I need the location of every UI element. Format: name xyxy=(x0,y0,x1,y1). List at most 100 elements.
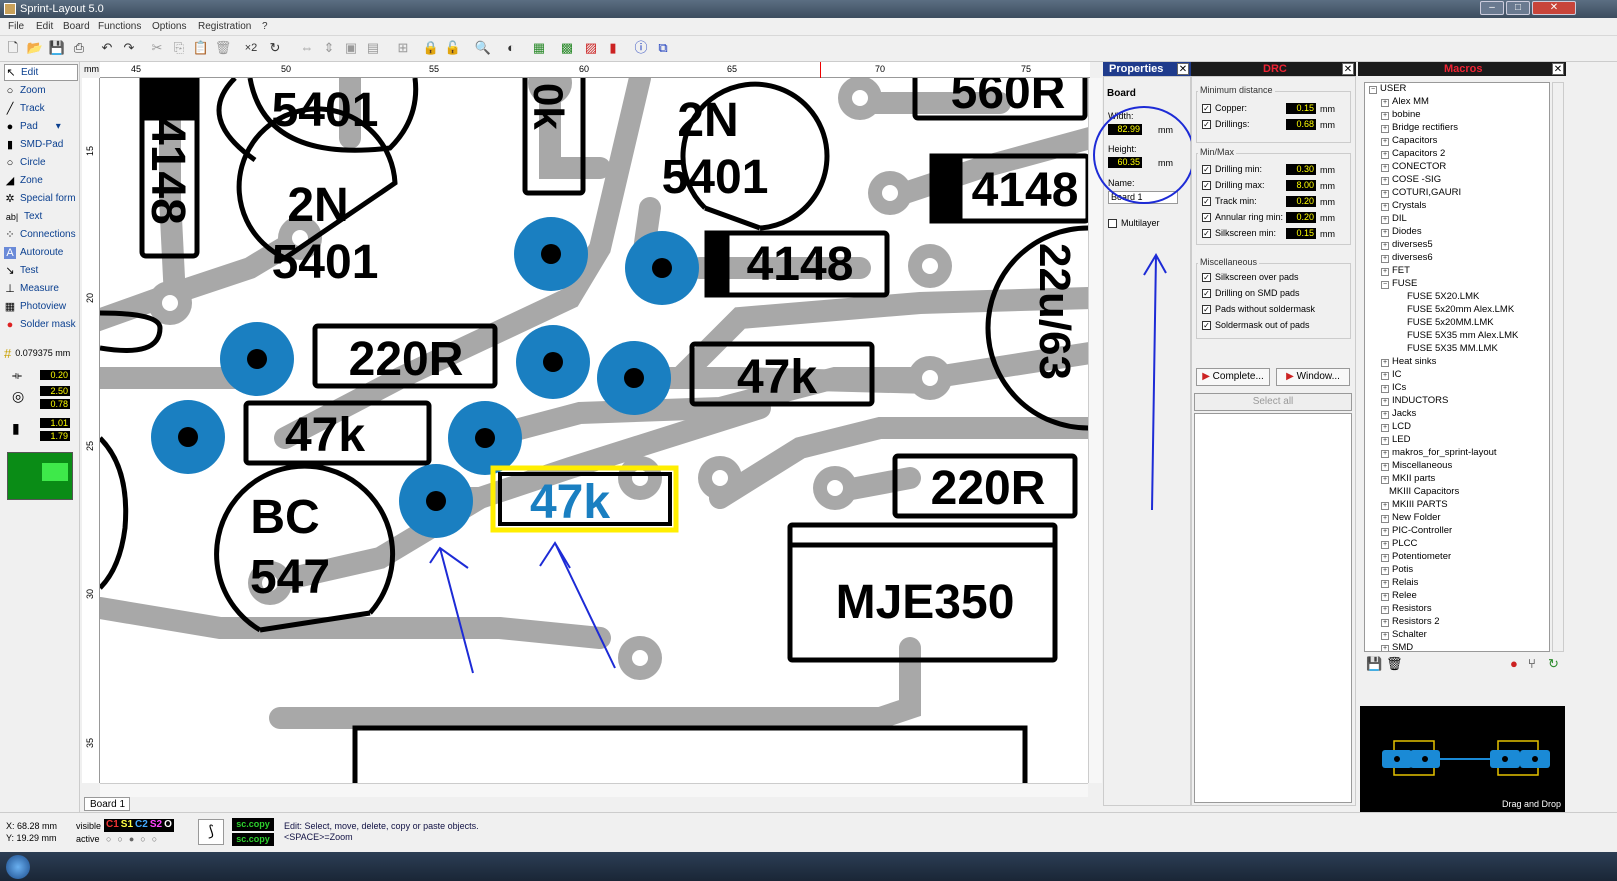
expand-icon[interactable]: + xyxy=(1381,567,1389,575)
record-icon[interactable]: ● xyxy=(1510,656,1518,671)
pad-inner-value[interactable]: 0.78 xyxy=(40,399,70,409)
tool-zone[interactable]: ◢ Zone xyxy=(4,172,78,189)
pcb-canvas[interactable]: 5401 4148 0k 2N 5401 560R 2N 5401 4148 4… xyxy=(100,78,1088,783)
tree-folder[interactable]: − FUSE xyxy=(1381,278,1417,289)
menu-edit[interactable]: Edit xyxy=(36,21,53,32)
open-icon[interactable]: 📂 xyxy=(26,39,44,57)
rotate-icon[interactable]: ↻ xyxy=(266,39,284,57)
layer-icon[interactable]: ◐ xyxy=(502,39,520,57)
menu-options[interactable]: Options xyxy=(152,21,186,32)
track-width-value[interactable]: 0.20 xyxy=(40,370,70,380)
tree-folder[interactable]: + diverses6 xyxy=(1381,252,1433,263)
expand-icon[interactable]: + xyxy=(1381,593,1389,601)
tree-folder[interactable]: + Crystals xyxy=(1381,200,1426,211)
paste-icon[interactable]: 📋 xyxy=(192,39,210,57)
track-min-value[interactable]: 0.20 xyxy=(1286,196,1316,207)
group-icon[interactable]: ▣ xyxy=(342,39,360,57)
misc-checkbox-2[interactable]: ✓ Drilling on SMD pads xyxy=(1202,288,1300,298)
chevron-down-icon[interactable]: ▾ xyxy=(56,121,61,132)
mode-icon[interactable]: ⟆ xyxy=(198,819,224,845)
tool-edit[interactable]: ↖ Edit xyxy=(4,64,78,81)
copy-top[interactable]: sc.copy xyxy=(232,818,274,831)
expand-icon[interactable]: + xyxy=(1381,424,1389,432)
undo-icon[interactable]: ↶ xyxy=(98,39,116,57)
tree-leaf[interactable]: FUSE 5x20MM.LMK xyxy=(1399,317,1494,328)
track[interactable] xyxy=(100,597,611,649)
tree-scrollbar[interactable] xyxy=(1552,82,1564,652)
export-icon[interactable]: ▮ xyxy=(604,39,622,57)
tree-folder[interactable]: + diverses5 xyxy=(1381,239,1433,250)
unlock-icon[interactable]: 🔓 xyxy=(444,39,462,57)
tree-folder[interactable]: + DIL xyxy=(1381,213,1407,224)
expand-icon[interactable]: + xyxy=(1381,138,1389,146)
expand-icon[interactable]: + xyxy=(1381,203,1389,211)
smd-width-value[interactable]: 1.01 xyxy=(40,418,70,428)
tree-folder[interactable]: + bobine xyxy=(1381,109,1421,120)
tree-leaf[interactable]: FUSE 5X35 MM.LMK xyxy=(1399,343,1498,354)
copy-bottom[interactable]: sc.copy xyxy=(232,833,274,846)
board-tab[interactable]: Board 1 xyxy=(84,797,130,811)
silk-min-checkbox[interactable]: ✓ Silkscreen min: xyxy=(1202,228,1276,238)
tool-photoview[interactable]: ▦ Photoview xyxy=(4,298,78,315)
tree-folder[interactable]: + SMD xyxy=(1381,642,1413,651)
tree-folder[interactable]: + CONECTOR xyxy=(1381,161,1446,172)
tree-folder[interactable]: + Alex MM xyxy=(1381,96,1429,107)
tree-folder[interactable]: + FET xyxy=(1381,265,1410,276)
component-icon[interactable]: ▩ xyxy=(558,39,576,57)
print-icon[interactable]: ⎙ xyxy=(70,39,88,57)
expand-icon[interactable]: + xyxy=(1381,99,1389,107)
copper-value[interactable]: 0.15 xyxy=(1286,103,1316,114)
tool-autoroute[interactable]: A Autoroute xyxy=(4,244,78,261)
tree-folder[interactable]: + Bridge rectifiers xyxy=(1381,122,1458,133)
expand-icon[interactable]: + xyxy=(1381,606,1389,614)
horizontal-scrollbar[interactable] xyxy=(100,783,1088,797)
expand-icon[interactable]: + xyxy=(1381,359,1389,367)
tool-special-form[interactable]: ✲ Special form xyxy=(4,190,78,207)
expand-icon[interactable]: + xyxy=(1381,268,1389,276)
expand-icon[interactable]: + xyxy=(1381,177,1389,185)
tree-folder[interactable]: + COSE -SIG xyxy=(1381,174,1441,185)
annular-min-checkbox[interactable]: ✓ Annular ring min: xyxy=(1202,212,1283,222)
tree-folder[interactable]: + MKII parts xyxy=(1381,473,1435,484)
filter-icon[interactable]: ⑂ xyxy=(1528,656,1536,671)
expand-icon[interactable]: + xyxy=(1381,255,1389,263)
tree-folder[interactable]: + MKIII PARTS xyxy=(1381,499,1448,510)
macro-tree[interactable]: − USER + Alex MM + bobine + Bridge rectifiers + C… xyxy=(1364,82,1550,652)
expand-icon[interactable]: + xyxy=(1381,476,1389,484)
tree-folder[interactable]: + ICs xyxy=(1381,382,1406,393)
misc-checkbox-3[interactable]: ✓ Pads without soldermask xyxy=(1202,304,1315,314)
tool-solder-mask[interactable]: ● Solder mask xyxy=(4,316,78,333)
tree-folder[interactable]: + Resistors 2 xyxy=(1381,616,1440,627)
menu-functions[interactable]: Functions xyxy=(98,21,141,32)
duplicate-icon[interactable]: ×2 xyxy=(242,39,260,57)
expand-icon[interactable]: + xyxy=(1381,151,1389,159)
menu-file[interactable]: File xyxy=(8,21,24,32)
close-icon[interactable]: ✕ xyxy=(1552,63,1564,75)
expand-icon[interactable]: + xyxy=(1381,125,1389,133)
drillings-value[interactable]: 0.68 xyxy=(1286,119,1316,130)
mirror-h-icon[interactable]: ⇔ xyxy=(298,39,316,57)
expand-icon[interactable]: + xyxy=(1381,515,1389,523)
drill-min-value[interactable]: 0.30 xyxy=(1286,164,1316,175)
layer-s2[interactable]: S2 xyxy=(150,819,162,832)
tool-pad[interactable]: ● Pad ▾ xyxy=(4,118,78,135)
expand-icon[interactable]: + xyxy=(1381,554,1389,562)
tool-test[interactable]: ↘ Test xyxy=(4,262,78,279)
menu-registration[interactable]: Registration xyxy=(198,21,251,32)
expand-icon[interactable]: + xyxy=(1381,645,1389,651)
info-icon[interactable]: ⓘ xyxy=(632,39,650,57)
expand-icon[interactable]: + xyxy=(1381,437,1389,445)
smd-height-value[interactable]: 1.79 xyxy=(40,431,70,441)
expand-icon[interactable]: + xyxy=(1381,450,1389,458)
tool-smd-pad[interactable]: ▮ SMD-Pad xyxy=(4,136,78,153)
tree-folder[interactable]: + COTURI,GAURI xyxy=(1381,187,1461,198)
crop-icon[interactable]: ⧉ xyxy=(654,39,672,57)
tool-track[interactable]: ╱ Track xyxy=(4,100,78,117)
layer-visibility[interactable]: C1 S1 C2 S2 O xyxy=(104,819,174,832)
tree-folder[interactable]: + PLCC xyxy=(1381,538,1417,549)
layer-c1[interactable]: C1 xyxy=(106,819,119,832)
drill-max-checkbox[interactable]: ✓ Drilling max: xyxy=(1202,180,1265,190)
expand-icon[interactable]: + xyxy=(1381,463,1389,471)
tree-folder[interactable]: + Relais xyxy=(1381,577,1418,588)
close-icon[interactable]: ✕ xyxy=(1177,63,1189,75)
